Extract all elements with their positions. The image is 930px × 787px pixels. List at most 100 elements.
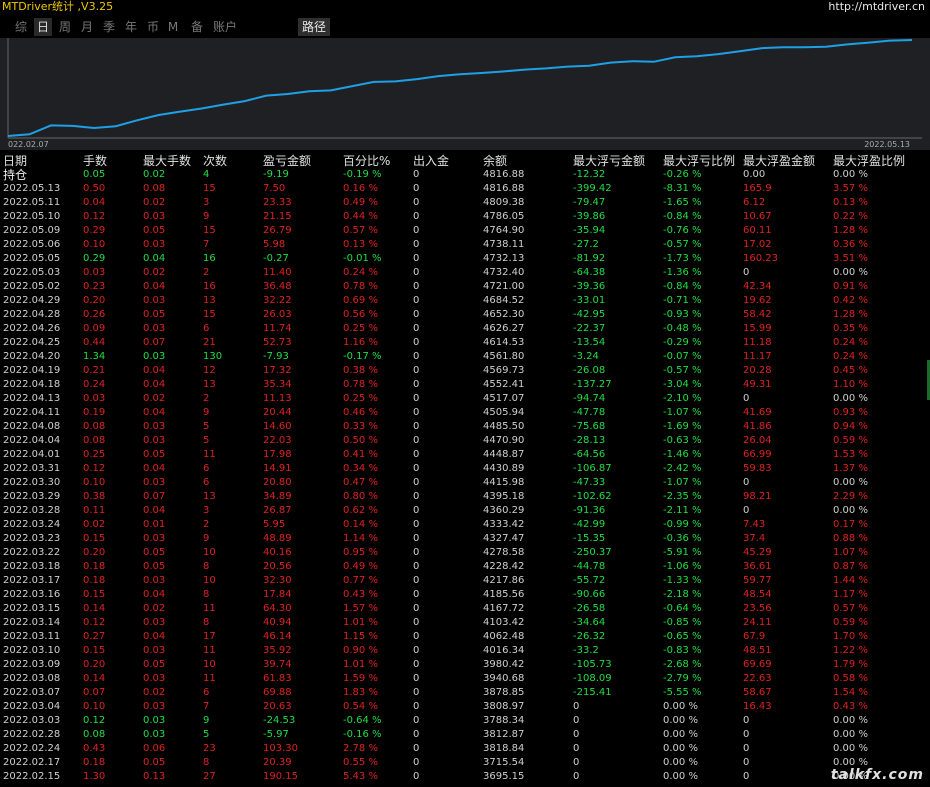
table-row[interactable]: 2022.02.17 0.18 0.05 8 20.39 0.55 % 0 3715.54 0 0… (0, 756, 930, 770)
cell-max-fp: 0 (743, 715, 750, 726)
tab-10[interactable]: 路径 (298, 18, 330, 36)
cell-pct: 0.55 % (343, 757, 378, 768)
holding-row[interactable]: 持仓 0.05 0.02 4 -9.19 -0.19 % 0 4816.88 -12.32 -0.… (0, 168, 930, 182)
tab-0[interactable]: 综 (12, 18, 30, 36)
table-row[interactable]: 2022.02.28 0.08 0.03 5 -5.97 -0.16 % 0 3812.87 0… (0, 728, 930, 742)
table-row[interactable]: 2022.03.08 0.14 0.03 11 61.83 1.59 % 0 3940.68 -… (0, 672, 930, 686)
table-row[interactable]: 2022.04.28 0.26 0.05 15 26.03 0.56 % 0 4652.30 -… (0, 308, 930, 322)
cell-max-fp-pct: 0.88 % (833, 533, 868, 544)
tab-2[interactable]: 周 (56, 18, 74, 36)
cell-max-dd-pct: 0.00 % (663, 715, 698, 726)
cell-lots: 0.29 (83, 253, 106, 264)
cell-max-dd-pct: -0.83 % (663, 645, 702, 656)
table-row[interactable]: 2022.05.06 0.10 0.03 7 5.98 0.13 % 0 4738.11 -27… (0, 238, 930, 252)
table-row[interactable]: 2022.04.08 0.08 0.03 5 14.60 0.33 % 0 4485.50 -7… (0, 420, 930, 434)
cell-max-lots: 0.04 (143, 463, 166, 474)
site-link[interactable]: http://mtdriver.cn (828, 0, 925, 14)
tab-3[interactable]: 月 (78, 18, 96, 36)
table-row[interactable]: 2022.04.19 0.21 0.04 12 17.32 0.38 % 0 4569.73 -… (0, 364, 930, 378)
tab-6[interactable]: 币 (144, 18, 162, 36)
table-row[interactable]: 2022.03.03 0.12 0.03 9 -24.53 -0.64 % 0 3788.34… (0, 714, 930, 728)
cell-pct: 1.57 % (343, 603, 378, 614)
cell-max-fp: 60.11 (743, 225, 772, 236)
table-row[interactable]: 2022.04.29 0.20 0.03 13 32.22 0.69 % 0 4684.52 -… (0, 294, 930, 308)
cell-balance: 3940.68 (483, 673, 525, 684)
cell-max-lots: 0.02 (143, 603, 166, 614)
cell-max-fp-pct: 0.00 % (833, 729, 868, 740)
table-row[interactable]: 2022.03.31 0.12 0.04 6 14.91 0.34 % 0 4430.89 -1… (0, 462, 930, 476)
cell-date: 2022.05.02 (3, 281, 61, 292)
cell-max-dd: -22.37 (573, 323, 606, 334)
table-row[interactable]: 2022.03.15 0.14 0.02 11 64.30 1.57 % 0 4167.72 -… (0, 602, 930, 616)
cell-max-lots: 0.01 (143, 519, 166, 530)
tab-4[interactable]: 季 (100, 18, 118, 36)
column-header[interactable]: 最大浮亏金额 (573, 154, 645, 168)
table-row[interactable]: 2022.04.26 0.09 0.03 6 11.74 0.25 % 0 4626.27 -2… (0, 322, 930, 336)
table-row[interactable]: 2022.04.25 0.44 0.07 21 52.73 1.16 % 0 4614.53 -… (0, 336, 930, 350)
table-row[interactable]: 2022.04.01 0.25 0.05 11 17.98 0.41 % 0 4448.87 -… (0, 448, 930, 462)
tab-7[interactable]: M (166, 18, 180, 36)
table-row[interactable]: 2022.04.20 1.34 0.03 130 -7.93 -0.17 % 0 4561.8… (0, 350, 930, 364)
column-header[interactable]: 日期 (3, 154, 27, 168)
table-row[interactable]: 2022.03.09 0.20 0.05 10 39.74 1.01 % 0 3980.42 -… (0, 658, 930, 672)
column-header[interactable]: 最大浮盈比例 (833, 154, 905, 168)
cell-count: 6 (203, 323, 210, 334)
cell-pct: 0.13 % (343, 239, 378, 250)
table-row[interactable]: 2022.03.23 0.15 0.03 9 48.89 1.14 % 0 4327.47 -1… (0, 532, 930, 546)
cell-max-fp: 59.83 (743, 463, 772, 474)
column-header[interactable]: 余额 (483, 154, 507, 168)
table-row[interactable]: 2022.03.22 0.20 0.05 10 40.16 0.95 % 0 4278.58 -… (0, 546, 930, 560)
table-row[interactable]: 2022.03.10 0.15 0.03 11 35.92 0.90 % 0 4016.34 -… (0, 644, 930, 658)
cell-pct: 0.49 % (343, 561, 378, 572)
table-row[interactable]: 2022.03.24 0.02 0.01 2 5.95 0.14 % 0 4333.42 -42… (0, 518, 930, 532)
cell-pnl: 14.91 (263, 463, 292, 474)
table-row[interactable]: 2022.03.11 0.27 0.04 17 46.14 1.15 % 0 4062.48 -… (0, 630, 930, 644)
table-row[interactable]: 2022.05.05 0.29 0.04 16 -0.27 -0.01 % 0 4732.13… (0, 252, 930, 266)
column-header[interactable]: 百分比% (343, 154, 390, 168)
tab-8[interactable]: 备 (188, 18, 206, 36)
table-row[interactable]: 2022.03.29 0.38 0.07 13 34.89 0.80 % 0 4395.18 -… (0, 490, 930, 504)
tab-1[interactable]: 日 (34, 18, 52, 36)
column-header[interactable]: 手数 (83, 154, 107, 168)
table-row[interactable]: 2022.04.11 0.19 0.04 9 20.44 0.46 % 0 4505.94 -4… (0, 406, 930, 420)
table-row[interactable]: 2022.04.04 0.08 0.03 5 22.03 0.50 % 0 4470.90 -2… (0, 434, 930, 448)
cell-pct: 1.01 % (343, 659, 378, 670)
column-header[interactable]: 盈亏金额 (263, 154, 311, 168)
tab-9[interactable]: 账户 (210, 18, 240, 36)
cell-pnl: 20.44 (263, 407, 292, 418)
column-header[interactable]: 最大浮亏比例 (663, 154, 735, 168)
table-row[interactable]: 2022.05.02 0.23 0.04 16 36.48 0.78 % 0 4721.00 -… (0, 280, 930, 294)
table-row[interactable]: 2022.03.17 0.18 0.03 10 32.30 0.77 % 0 4217.86 -… (0, 574, 930, 588)
table-row[interactable]: 2022.05.13 0.50 0.08 15 7.50 0.16 % 0 4816.88 -3… (0, 182, 930, 196)
cell-pnl: 5.98 (263, 239, 286, 250)
cell-max-fp: 41.86 (743, 421, 772, 432)
table-row[interactable]: 2022.03.16 0.15 0.04 8 17.84 0.43 % 0 4185.56 -9… (0, 588, 930, 602)
column-header[interactable]: 最大浮盈金额 (743, 154, 815, 168)
cell-balance: 3788.34 (483, 715, 525, 726)
cell-max-dd: -106.87 (573, 463, 612, 474)
cell-pnl: 36.48 (263, 281, 292, 292)
cell-max-dd: -215.41 (573, 687, 612, 698)
table-row[interactable]: 2022.05.03 0.03 0.02 2 11.40 0.24 % 0 4732.40 -6… (0, 266, 930, 280)
table-row[interactable]: 2022.03.14 0.12 0.03 8 40.94 1.01 % 0 4103.42 -3… (0, 616, 930, 630)
table-row[interactable]: 2022.03.04 0.10 0.03 7 20.63 0.54 % 0 3808.97 0 0… (0, 700, 930, 714)
cell-pnl: 40.16 (263, 547, 292, 558)
tab-5[interactable]: 年 (122, 18, 140, 36)
cell-max-dd-pct: -0.85 % (663, 617, 702, 628)
table-row[interactable]: 2022.05.11 0.04 0.02 3 23.33 0.49 % 0 4809.38 -7… (0, 196, 930, 210)
table-row[interactable]: 2022.03.07 0.07 0.02 6 69.88 1.83 % 0 3878.85 -2… (0, 686, 930, 700)
table-row[interactable]: 2022.02.15 1.30 0.13 27 190.15 5.43 % 0 3695.15… (0, 770, 930, 784)
table-row[interactable]: 2022.04.18 0.24 0.04 13 35.34 0.78 % 0 4552.41 -… (0, 378, 930, 392)
table-row[interactable]: 2022.03.28 0.11 0.04 3 26.87 0.62 % 0 4360.29 -9… (0, 504, 930, 518)
column-header[interactable]: 次数 (203, 154, 227, 168)
table-row[interactable]: 2022.04.13 0.03 0.02 2 11.13 0.25 % 0 4517.07 -9… (0, 392, 930, 406)
column-header[interactable]: 出入金 (413, 154, 449, 168)
table-row[interactable]: 2022.02.24 0.43 0.06 23 103.30 2.78 % 0 3818.84… (0, 742, 930, 756)
cell-pnl: 20.63 (263, 701, 292, 712)
cell-max-fp-pct: 0.24 % (833, 337, 868, 348)
column-header[interactable]: 最大手数 (143, 154, 191, 168)
table-row[interactable]: 2022.05.10 0.12 0.03 9 21.15 0.44 % 0 4786.05 -3… (0, 210, 930, 224)
table-row[interactable]: 2022.03.30 0.10 0.03 6 20.80 0.47 % 0 4415.98 -4… (0, 476, 930, 490)
table-row[interactable]: 2022.05.09 0.29 0.05 15 26.79 0.57 % 0 4764.90 -… (0, 224, 930, 238)
table-row[interactable]: 2022.03.18 0.18 0.05 8 20.56 0.49 % 0 4228.42 -4… (0, 560, 930, 574)
